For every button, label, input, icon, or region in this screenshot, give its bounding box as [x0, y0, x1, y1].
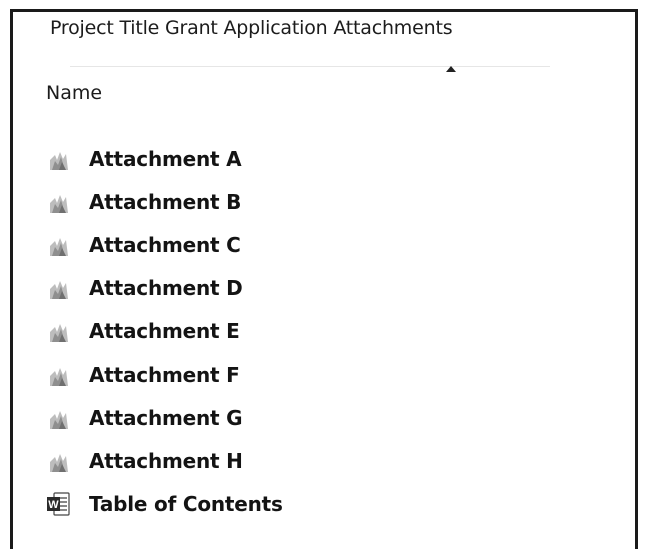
- pdf-file-icon: [50, 410, 68, 429]
- folder-title: Project Title Grant Application Attachme…: [50, 17, 453, 39]
- pdf-file-icon: [50, 151, 68, 170]
- column-header-name[interactable]: Name: [46, 82, 102, 104]
- list-item[interactable]: Attachment G: [46, 396, 283, 439]
- file-name: Attachment G: [89, 405, 243, 430]
- pdf-file-icon: [50, 194, 68, 213]
- pdf-file-icon: [50, 367, 68, 386]
- header-divider: [70, 66, 550, 67]
- list-item[interactable]: Attachment E: [46, 310, 283, 353]
- file-name: Attachment F: [89, 362, 240, 387]
- sort-ascending-icon[interactable]: [446, 66, 456, 72]
- list-item[interactable]: Attachment F: [46, 353, 283, 396]
- file-name: Attachment A: [89, 146, 242, 171]
- pdf-file-icon: [50, 453, 68, 472]
- list-item[interactable]: W Table of Contents: [46, 483, 283, 526]
- word-document-icon: W: [47, 492, 70, 516]
- svg-text:W: W: [48, 499, 59, 511]
- file-name: Table of Contents: [89, 492, 283, 517]
- list-item[interactable]: Attachment D: [46, 267, 283, 310]
- file-name: Attachment B: [89, 189, 242, 214]
- list-item[interactable]: Attachment B: [46, 180, 283, 223]
- pdf-file-icon: [50, 324, 68, 343]
- file-name: Attachment E: [89, 319, 240, 344]
- list-item[interactable]: Attachment C: [46, 223, 283, 266]
- pdf-file-icon: [50, 281, 68, 300]
- list-item[interactable]: Attachment H: [46, 439, 283, 482]
- file-list: Attachment A Attachment B Attachment C A…: [46, 137, 283, 526]
- pdf-file-icon: [50, 237, 68, 256]
- file-name: Attachment C: [89, 232, 241, 257]
- file-name: Attachment H: [89, 448, 243, 473]
- list-item[interactable]: Attachment A: [46, 137, 283, 180]
- file-name: Attachment D: [89, 276, 243, 301]
